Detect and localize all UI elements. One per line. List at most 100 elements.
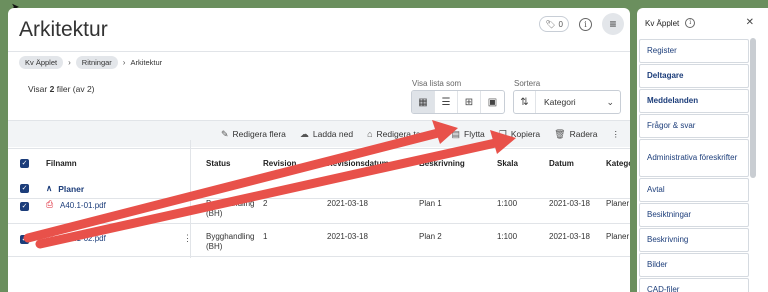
move-file-icon: ▤: [451, 128, 460, 139]
cell-revision: 1: [263, 232, 268, 241]
delete-label: Radera: [569, 129, 598, 139]
tag-icon: ⌂: [367, 129, 373, 139]
image-icon: ▣: [487, 96, 498, 108]
notification-count: 0: [558, 19, 563, 29]
column-header-description[interactable]: Beskrivning: [419, 159, 465, 168]
copy-button[interactable]: ❐ Kopiera: [499, 129, 540, 140]
cell-revision-date: 2021-03-18: [327, 199, 368, 208]
delete-button[interactable]: 🗑 Radera: [554, 129, 597, 140]
chevron-right-icon: ›: [122, 58, 126, 67]
sort-select[interactable]: ⇅ Kategori ⌄: [513, 90, 621, 114]
sidebar-item-register[interactable]: Register: [639, 39, 749, 63]
cell-date: 2021-03-18: [549, 199, 590, 208]
cell-revision-date: 2021-03-18: [327, 232, 368, 241]
sort-order-icon[interactable]: ⇅: [514, 91, 536, 113]
info-icon[interactable]: i: [579, 17, 592, 31]
edit-many-label: Redigera flera: [232, 129, 286, 139]
sort-label: Sortera: [514, 79, 541, 88]
page-title: Arkitektur: [19, 18, 108, 41]
list-icon: ☰: [441, 96, 451, 108]
more-actions-button[interactable]: ⋮: [612, 129, 621, 140]
pdf-icon: ⎙: [46, 232, 54, 242]
sidebar-item-cad-files[interactable]: CAD-filer: [639, 278, 749, 292]
download-label: Ladda ned: [312, 129, 354, 139]
breadcrumb-item-project[interactable]: Kv Äpplet: [19, 56, 64, 69]
row-checkbox[interactable]: ✓: [20, 235, 29, 244]
sidebar-header: Kv Äpplet i: [645, 18, 696, 28]
sidebar-item-inspections[interactable]: Besiktningar: [639, 203, 749, 227]
trash-icon: 🗑: [554, 128, 566, 139]
table-row[interactable]: ✓ ⎙ A40.1-01.pdf Bygghandling (BH) 2 202…: [8, 191, 630, 224]
sidebar-item-images[interactable]: Bilder: [639, 253, 749, 277]
move-label: Flytta: [464, 129, 485, 139]
cell-revision: 2: [263, 199, 268, 208]
project-sidebar: Kv Äpplet i ✕ Register Deltagare Meddela…: [637, 8, 768, 292]
sidebar-item-questions[interactable]: Frågor & svar: [639, 114, 749, 138]
divider: [8, 51, 630, 52]
file-link[interactable]: A40.1-02.pdf: [60, 234, 106, 244]
edit-icon: ✎: [220, 128, 229, 139]
close-icon[interactable]: ✕: [746, 17, 754, 28]
showing-suffix: filer: [56, 84, 71, 94]
breadcrumb-item-current: Arkitektur: [130, 58, 163, 67]
menu-button[interactable]: ≡: [602, 13, 624, 35]
cell-status: Bygghandling (BH): [206, 199, 255, 218]
table-view-button[interactable]: ▦: [412, 91, 435, 113]
view-label: Visa lista som: [412, 79, 462, 88]
cell-category: Planer: [606, 232, 630, 241]
column-header-status[interactable]: Status: [206, 159, 230, 168]
list-view-button[interactable]: ☰: [435, 91, 458, 113]
row-checkbox[interactable]: ✓: [20, 202, 29, 211]
copy-label: Kopiera: [510, 129, 541, 139]
chevron-down-icon: ⌄: [606, 96, 614, 107]
sidebar-title: Kv Äpplet: [645, 18, 680, 28]
download-button[interactable]: ☁ Ladda ned: [300, 129, 353, 140]
edit-tags-button[interactable]: ⌂ Redigera taggar: [367, 129, 437, 139]
cell-description: Plan 2: [419, 232, 442, 241]
kebab-icon: ⋮: [611, 128, 621, 139]
cell-status: Bygghandling (BH): [206, 232, 255, 251]
sidebar-item-description[interactable]: Beskrivning: [639, 228, 749, 252]
cloud-download-icon: ☁: [299, 128, 309, 139]
sidebar-item-messages[interactable]: Meddelanden: [639, 89, 749, 113]
move-button[interactable]: ▤ Flytta: [451, 129, 484, 140]
file-link[interactable]: A40.1-01.pdf: [60, 201, 106, 211]
column-header-date[interactable]: Datum: [549, 159, 574, 168]
breadcrumb-item-drawings[interactable]: Ritningar: [75, 56, 118, 69]
select-all-checkbox[interactable]: ✓: [20, 159, 29, 168]
info-icon[interactable]: i: [685, 18, 696, 28]
table-row[interactable]: ✓ ⎙ A40.1-02.pdf ⋮ Bygghandling (BH) 1 2…: [8, 224, 630, 257]
grid-icon: ⊞: [464, 96, 474, 108]
file-toolbar: ✎ Redigera flera ☁ Ladda ned ⌂ Redigera …: [8, 121, 630, 147]
column-divider: [190, 140, 191, 258]
pdf-icon: ⎙: [46, 199, 54, 209]
tag-badge[interactable]: 🏷 0: [539, 16, 569, 32]
cell-category: Planer: [606, 199, 630, 208]
sidebar-item-contracts[interactable]: Avtal: [639, 178, 749, 202]
column-header-revision[interactable]: Revision: [263, 159, 296, 168]
breadcrumb: Kv Äpplet › Ritningar › Arkitektur: [19, 56, 162, 69]
showing-count: 2: [49, 84, 55, 94]
view-toggle-group: ▦ ☰ ⊞ ▣: [411, 90, 505, 114]
sidebar-item-administrative[interactable]: Administrativa föreskrifter: [639, 139, 749, 177]
file-count-label: Visar 2 filer (av 2): [28, 84, 95, 94]
cell-scale: 1:100: [497, 232, 518, 241]
main-panel: Arkitektur 🏷 0 i ≡ Kv Äpplet › Ritningar…: [8, 8, 630, 292]
sort-value: Kategori: [544, 97, 576, 107]
cell-scale: 1:100: [497, 199, 518, 208]
showing-prefix: Visar: [28, 84, 48, 94]
cell-description: Plan 1: [419, 199, 442, 208]
grid-view-button[interactable]: ⊞: [458, 91, 481, 113]
image-view-button[interactable]: ▣: [481, 91, 504, 113]
tag-icon: 🏷: [545, 19, 556, 29]
sidebar-item-participants[interactable]: Deltagare: [639, 64, 749, 88]
column-header-scale[interactable]: Skala: [497, 159, 518, 168]
column-header-filename[interactable]: Filnamn: [46, 159, 77, 168]
showing-total: (av 2): [72, 84, 95, 94]
sidebar-scrollbar[interactable]: [750, 38, 756, 178]
chevron-right-icon: ›: [68, 58, 71, 67]
column-header-category[interactable]: Kategori: [606, 159, 630, 168]
table-icon: ▦: [418, 96, 428, 108]
edit-many-button[interactable]: ✎ Redigera flera: [221, 129, 286, 140]
column-header-revision-date[interactable]: Revisionsdatum: [327, 159, 389, 168]
